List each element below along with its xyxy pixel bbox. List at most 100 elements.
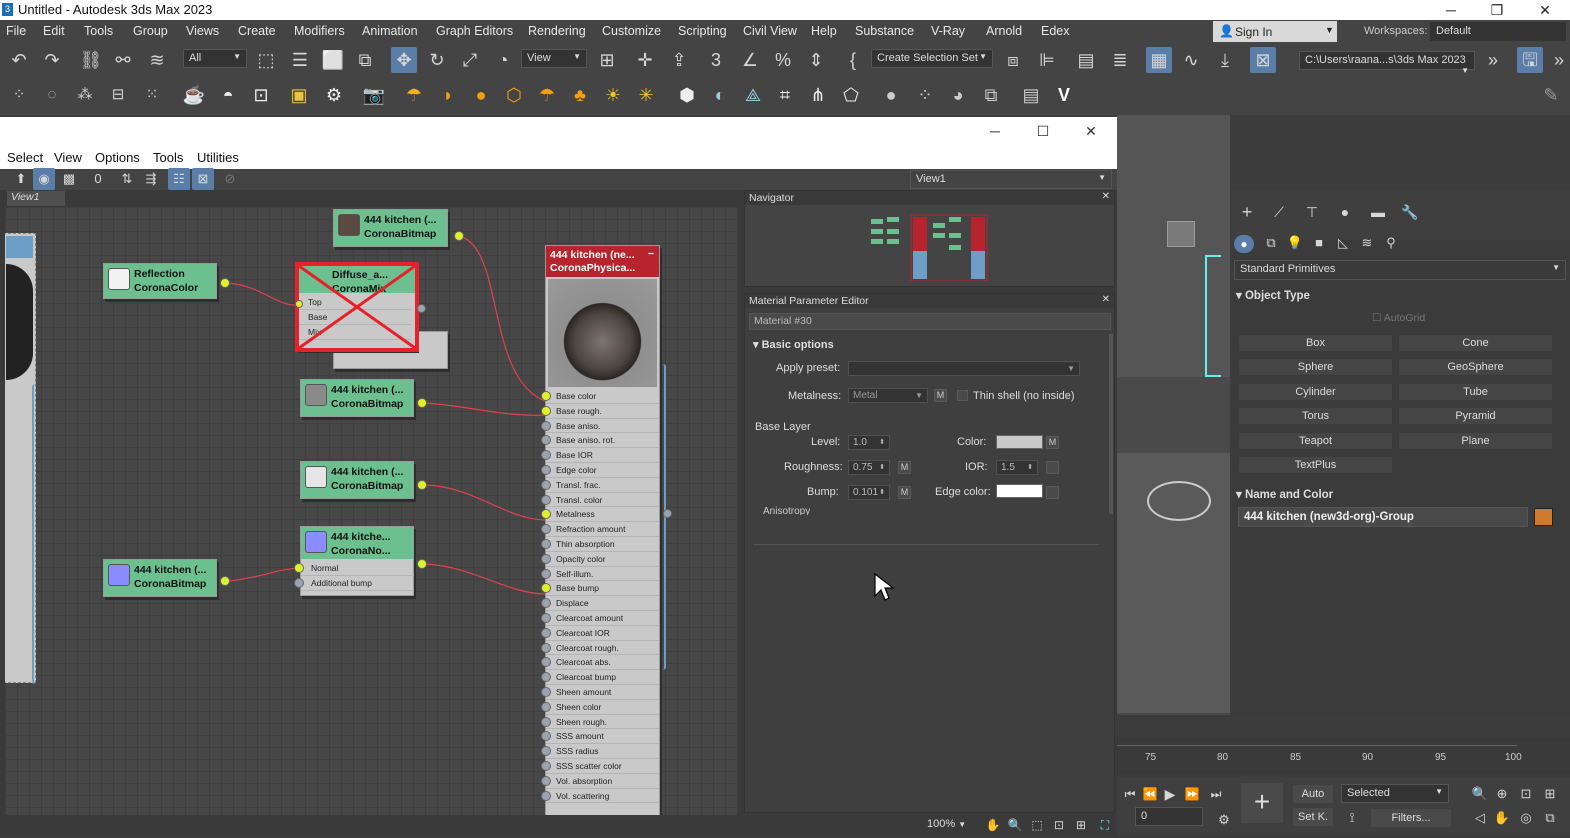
hierarchy-tab-icon[interactable]: ⊤ (1299, 199, 1325, 225)
input-port[interactable] (294, 578, 304, 588)
material-slot[interactable]: Sheen amount (546, 685, 659, 700)
roughness-spinner[interactable]: 0.75 ⬍ (848, 460, 890, 475)
minimize-icon[interactable]: ─ (1428, 0, 1474, 20)
material-slot[interactable]: Clearcoat rough. (546, 641, 659, 656)
current-frame-input[interactable]: 0 (1135, 807, 1203, 826)
slate-minimize-icon[interactable]: ─ (972, 121, 1018, 141)
key-mode-icon[interactable]: ⟟ (1339, 805, 1365, 831)
material-input-port[interactable] (541, 494, 551, 505)
utilities-tab-icon[interactable]: 🔧 (1397, 199, 1423, 225)
edit-poly-icon[interactable]: ⊟ (105, 82, 131, 108)
orbit-view-icon[interactable]: ◎ (1513, 805, 1539, 831)
bump-map-button[interactable]: M (898, 486, 911, 499)
zoom-all-icon[interactable]: ⊕ (1489, 781, 1515, 807)
roughness-map-button[interactable]: M (898, 461, 911, 474)
space-warps-icon[interactable]: ≋ (1354, 230, 1380, 256)
select-and-rotate-icon[interactable]: ↻ (424, 47, 450, 73)
select-and-move-icon[interactable]: ✥ (391, 47, 417, 73)
bitmap-node-metalness[interactable]: 444 kitchen (... CoronaBitmap (300, 461, 414, 499)
particles-icon[interactable]: ⁂ (72, 82, 98, 108)
material-input-port[interactable] (541, 479, 551, 490)
material-map-browser-icon[interactable]: ☷ (168, 168, 190, 190)
sphere-light-icon[interactable]: ● (468, 82, 494, 108)
close-icon[interactable]: ✕ (1522, 0, 1568, 20)
edge-color-map-button[interactable] (1046, 486, 1059, 499)
shapes-icon[interactable]: ⧉ (1258, 230, 1284, 256)
bump-spinner[interactable]: 0.101 ⬍ (848, 485, 890, 500)
pan-icon[interactable]: ✋ (1489, 805, 1515, 831)
material-slot[interactable]: Sheen rough. (546, 715, 659, 730)
material-slot[interactable]: SSS scatter color (546, 759, 659, 774)
material-input-port[interactable] (541, 687, 551, 697)
slate-menu-select[interactable]: Select (7, 150, 43, 165)
menu-customize[interactable]: Customize (602, 24, 661, 38)
geosphere-button[interactable]: GeoSphere (1398, 358, 1553, 376)
material-input-port[interactable] (541, 701, 551, 712)
curve-editor-icon[interactable]: ∿ (1178, 47, 1204, 73)
material-slot[interactable]: Clearcoat amount (546, 611, 659, 626)
basic-options-rollout[interactable]: ▾ Basic options (753, 338, 834, 351)
material-slot[interactable]: Metalness (546, 507, 659, 523)
color-map-button[interactable]: M (1046, 436, 1059, 449)
project-folder-dropdown[interactable]: C:\Users\raana...s\3ds Max 2023 ▼ (1299, 51, 1475, 75)
reference-coordinate-dropdown[interactable]: View ▼ (521, 49, 587, 68)
navigator-close-icon[interactable]: ✕ (1102, 191, 1110, 202)
auto-key-button[interactable]: Auto (1293, 785, 1333, 803)
menu-tools[interactable]: Tools (84, 24, 113, 38)
vray-logo-icon[interactable]: V (1051, 82, 1077, 108)
tube-button[interactable]: Tube (1398, 383, 1553, 401)
plane-button[interactable]: Plane (1398, 432, 1553, 450)
material-slot[interactable]: SSS radius (546, 744, 659, 759)
bitmap-node-roughness[interactable]: 444 kitchen (... CoronaBitmap (300, 379, 414, 417)
material-slot[interactable]: Sheen color (546, 700, 659, 715)
create-tab-icon[interactable]: + (1234, 199, 1260, 225)
grid-points-icon[interactable]: ⁙ (139, 82, 165, 108)
material-slot[interactable]: Base bump (546, 581, 659, 597)
menu-modifiers[interactable]: Modifiers (294, 24, 345, 38)
converter-icon[interactable]: ⧉ (978, 82, 1004, 108)
pivot-center-icon[interactable]: ⊞ (594, 47, 620, 73)
edit-named-selection-icon[interactable]: { (840, 47, 866, 73)
apply-preset-dropdown[interactable]: ▼ (848, 361, 1080, 376)
mirror-icon[interactable]: ⧈ (1000, 47, 1026, 73)
schematic-view-icon[interactable]: ⤓ (1212, 47, 1238, 73)
menu-substance[interactable]: Substance (855, 24, 914, 38)
select-and-scale-icon[interactable]: ⤢ (457, 47, 483, 73)
decal-icon[interactable]: ⌗ (772, 82, 798, 108)
textplus-button[interactable]: TextPlus (1238, 456, 1393, 474)
window-crossing-icon[interactable]: ⧉ (352, 47, 378, 73)
orbit-icon[interactable]: ◌ (39, 82, 65, 108)
metalness-map-button[interactable]: M (934, 389, 947, 402)
assign-material-icon[interactable]: ◉ (33, 168, 55, 190)
zoom-extents-icon[interactable]: ⊡ (1513, 781, 1539, 807)
material-input-port[interactable] (541, 539, 551, 549)
select-and-place-icon[interactable]: ◔ (490, 47, 516, 73)
show-map-icon[interactable]: 0 (85, 166, 111, 192)
material-slot[interactable]: Self-illum. (546, 567, 659, 582)
sun-light-icon[interactable]: ☂ (401, 82, 427, 108)
menu-civil-view[interactable]: Civil View (743, 24, 797, 38)
material-slot[interactable]: Edge color (546, 463, 659, 478)
ies-light-icon[interactable]: ♣ (567, 82, 593, 108)
material-slot[interactable]: Transl. color (546, 493, 659, 508)
teapot-button[interactable]: Teapot (1238, 432, 1393, 450)
menu-create[interactable]: Create (238, 24, 276, 38)
sphere-button[interactable]: Sphere (1238, 358, 1393, 376)
camera-icon[interactable]: 📷 (361, 82, 387, 108)
dome-light-icon[interactable]: ◓ (215, 82, 241, 108)
material-input-port[interactable] (541, 716, 551, 727)
timeline[interactable]: 75 80 85 90 95 100 (1117, 738, 1570, 774)
metalness-dropdown[interactable]: Metal ▼ (848, 388, 928, 403)
unlink-icon[interactable]: ⚯ (110, 47, 136, 73)
material-sphere-icon[interactable]: ● (878, 82, 904, 108)
bitmap-node-normal[interactable]: 444 kitchen (... CoronaBitmap (103, 559, 217, 597)
material-input-port[interactable] (541, 642, 551, 653)
slate-menu-utilities[interactable]: Utilities (197, 150, 239, 165)
cylinder-button[interactable]: Cylinder (1238, 383, 1393, 401)
spot-light-icon[interactable]: ☂ (534, 82, 560, 108)
viewcube-top[interactable] (1167, 221, 1195, 247)
material-input-port[interactable] (541, 627, 551, 638)
display-tab-icon[interactable]: ▬ (1365, 199, 1391, 225)
corona-normal-node[interactable]: 444 kitche... CoronaNo... Normal Addition… (300, 526, 414, 596)
material-slot[interactable]: Base aniso. (546, 419, 659, 434)
